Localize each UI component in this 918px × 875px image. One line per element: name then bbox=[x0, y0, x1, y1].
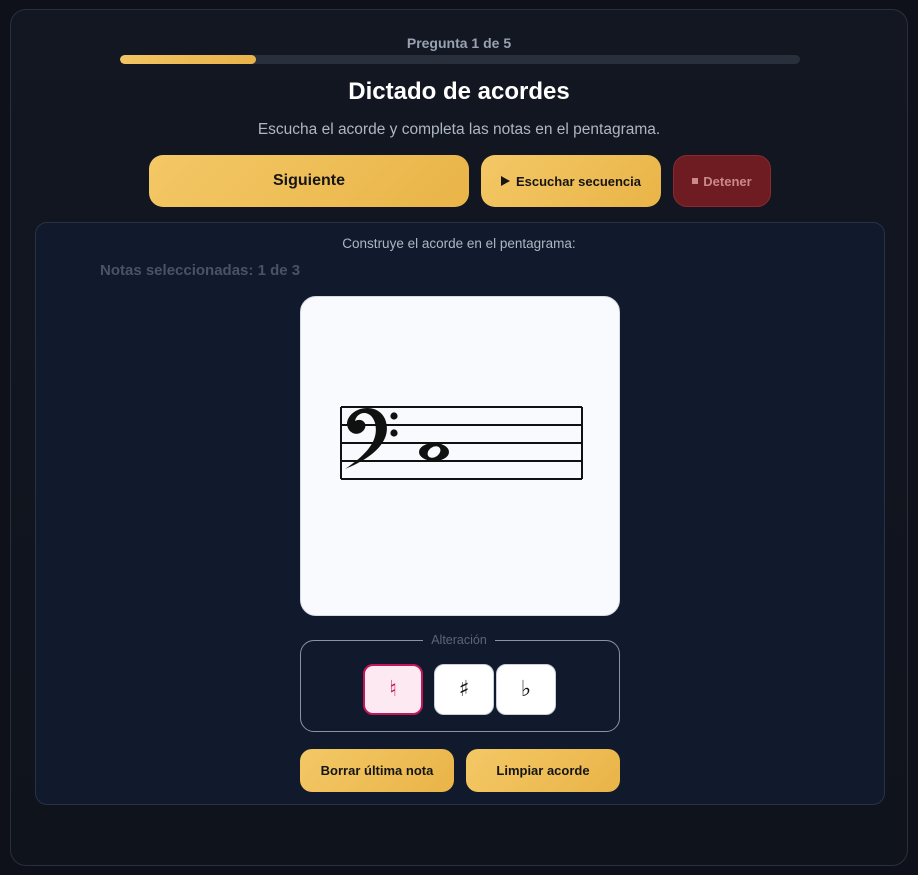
erase-last-note-label: Borrar última nota bbox=[320, 763, 434, 778]
play-icon bbox=[500, 176, 510, 186]
listen-sequence-button[interactable]: Escuchar secuencia bbox=[481, 155, 661, 207]
selected-notes-count: Notas seleccionadas: 1 de 3 bbox=[100, 262, 301, 279]
progress-fill bbox=[120, 55, 256, 64]
next-button-label: Siguiente bbox=[272, 172, 345, 189]
stop-button[interactable]: Detener bbox=[673, 155, 771, 207]
stop-button-label: Detener bbox=[703, 173, 752, 189]
bass-clef-icon bbox=[345, 407, 398, 469]
alteration-legend: Alteración bbox=[0, 633, 918, 647]
listen-sequence-label: Escuchar secuencia bbox=[515, 173, 642, 189]
staff-card[interactable] bbox=[300, 296, 620, 616]
clear-chord-button[interactable]: Limpiar acorde bbox=[466, 749, 620, 792]
music-staff[interactable] bbox=[301, 297, 621, 617]
progress-bar bbox=[120, 55, 800, 64]
clear-chord-label: Limpiar acorde bbox=[496, 763, 590, 778]
flat-icon: ♭ bbox=[520, 677, 532, 702]
natural-button[interactable]: ♮ bbox=[363, 664, 423, 715]
sharp-icon: ♯ bbox=[458, 677, 470, 702]
natural-icon: ♮ bbox=[389, 677, 397, 702]
whole-note[interactable] bbox=[419, 443, 449, 461]
erase-last-note-button[interactable]: Borrar última nota bbox=[300, 749, 454, 792]
page-subtitle: Escucha el acorde y completa las notas e… bbox=[257, 121, 661, 138]
next-button[interactable]: Siguiente bbox=[149, 155, 469, 207]
page-title: Dictado de acordes bbox=[348, 78, 570, 105]
flat-button[interactable]: ♭ bbox=[496, 664, 556, 715]
progress-label: Pregunta 1 de 5 bbox=[406, 35, 512, 51]
stop-icon bbox=[692, 178, 699, 184]
panel-caption: Construye el acorde en el pentagrama: bbox=[342, 236, 576, 251]
sharp-button[interactable]: ♯ bbox=[434, 664, 494, 715]
